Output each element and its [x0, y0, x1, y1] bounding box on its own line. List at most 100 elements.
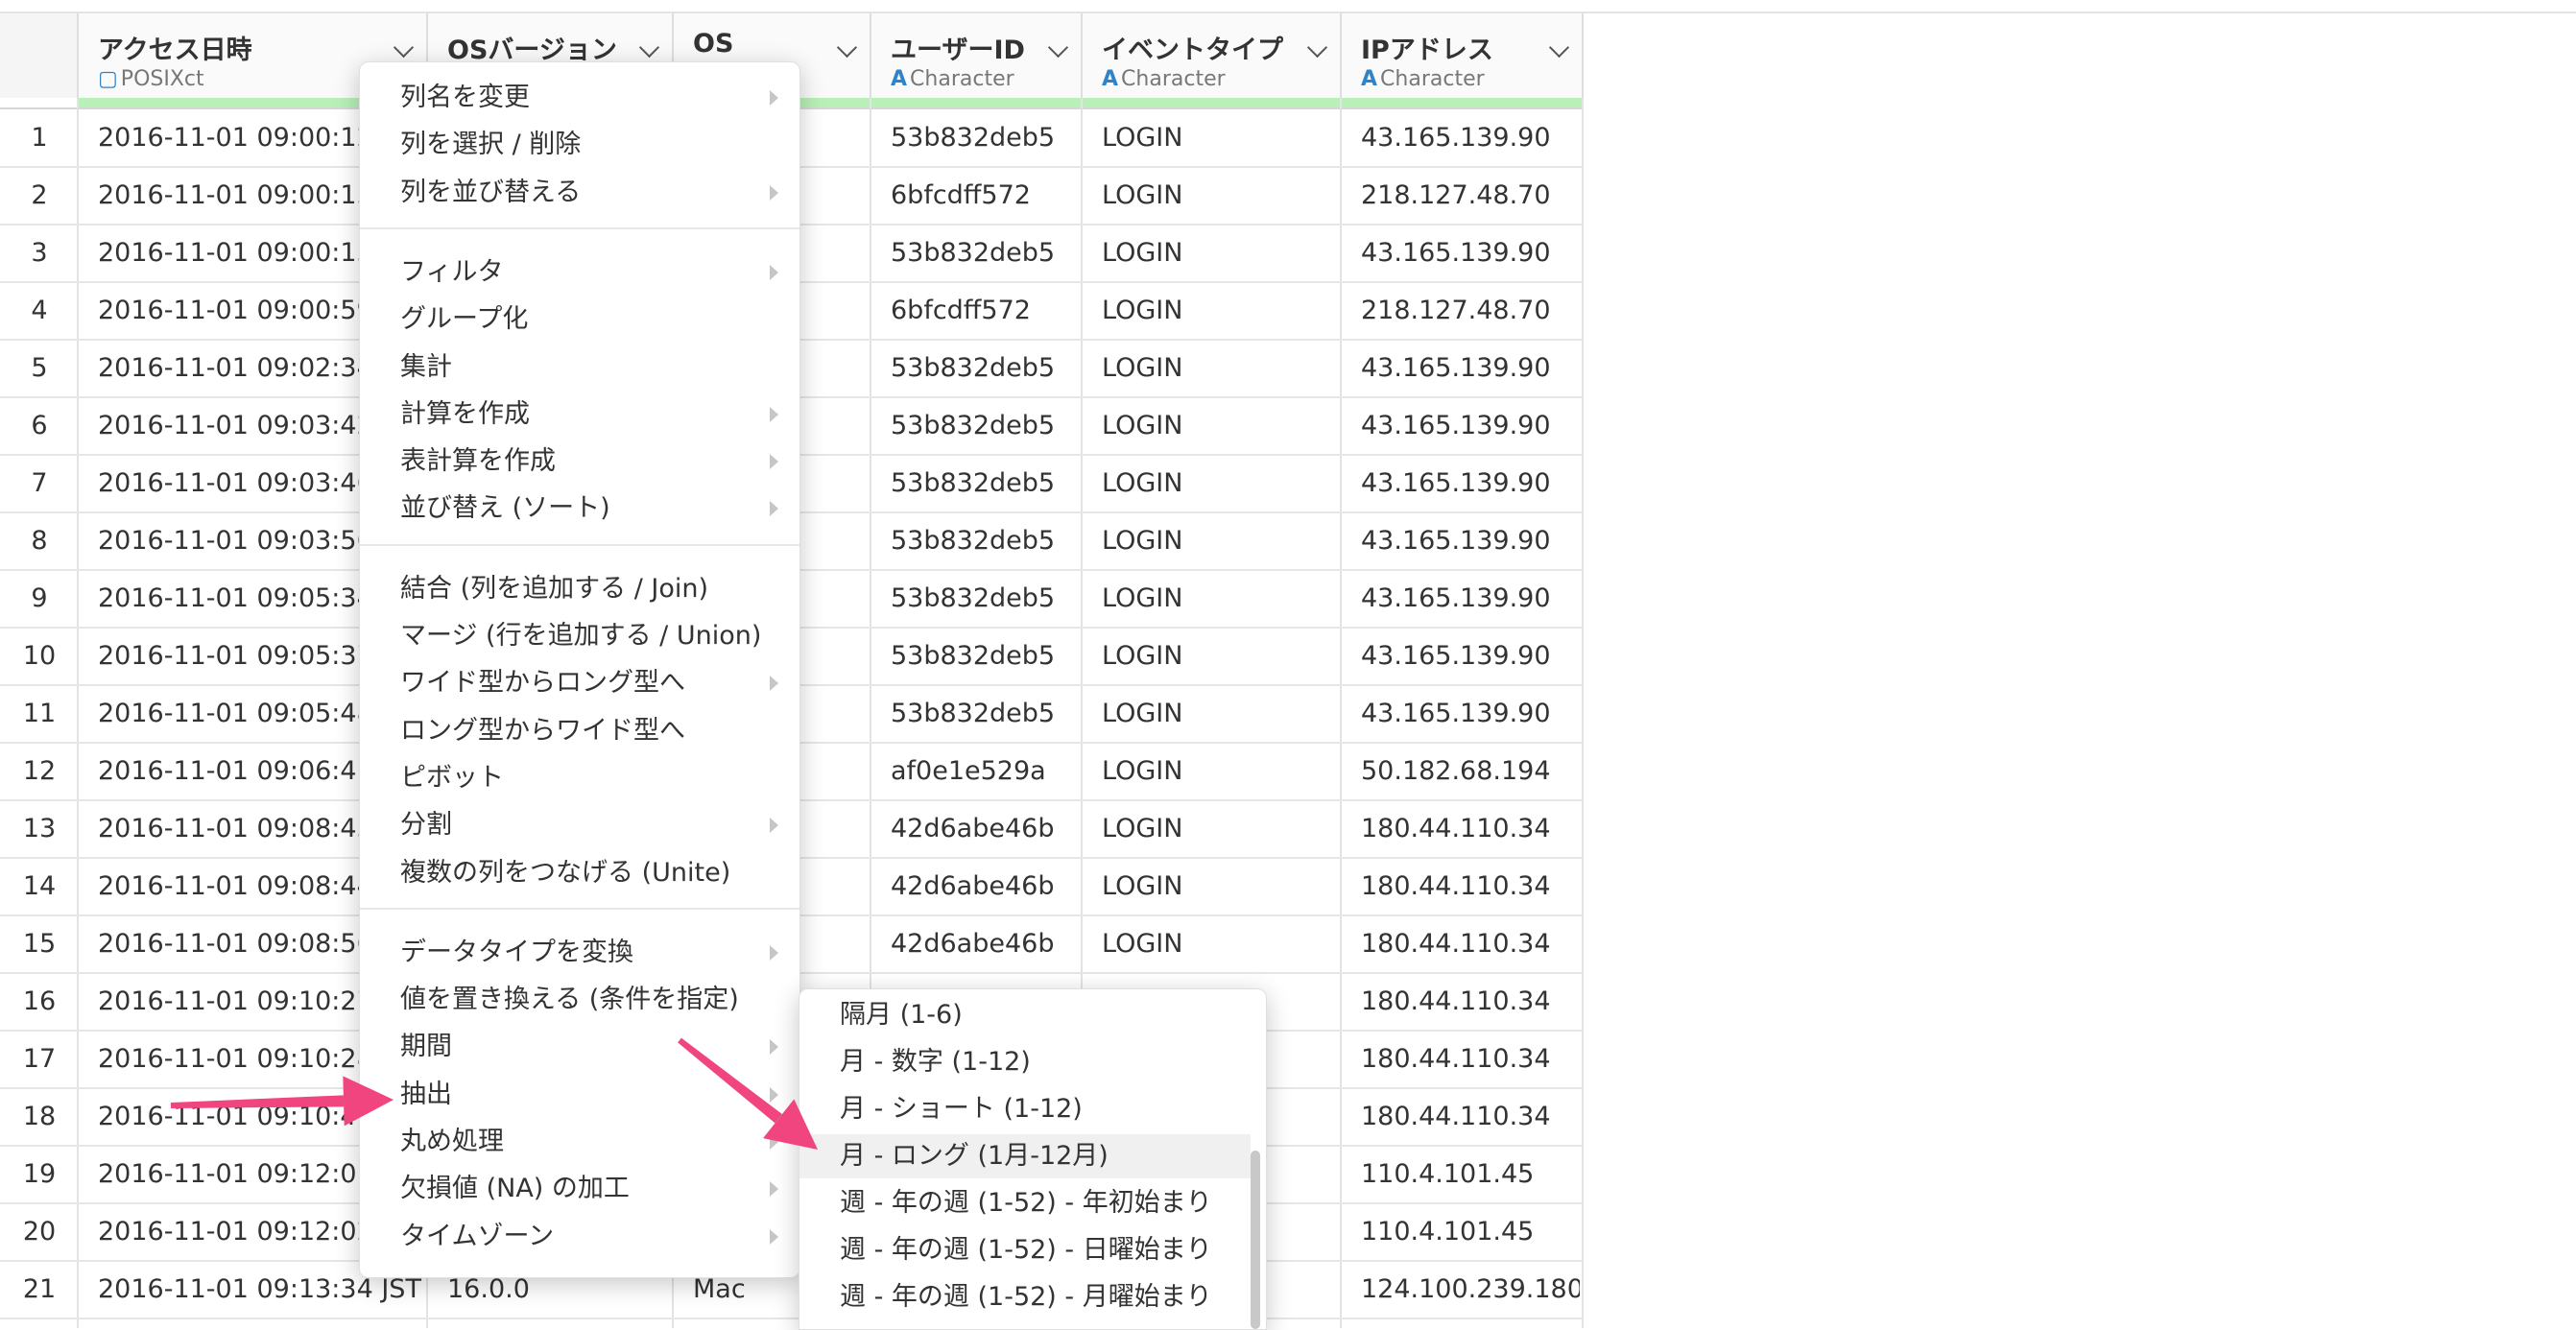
submenu-item[interactable]: 月 - ショート (1-12) [799, 1087, 1251, 1131]
submenu-item[interactable]: 週 - 年の週 (1-52) - 日曜始まり [799, 1228, 1251, 1272]
submenu-item[interactable]: 週 - 年の週 (1-52) - 年初始まり [799, 1181, 1251, 1225]
table-cell[interactable]: 43.165.139.90 [1361, 397, 1580, 455]
table-cell[interactable]: 53b832deb5 [891, 397, 1079, 455]
column-type-label: Character [910, 67, 1014, 91]
column-header-4[interactable]: ユーザーID A Character [871, 13, 1083, 98]
table-cell[interactable]: 43.165.139.90 [1361, 570, 1580, 628]
table-cell[interactable]: LOGIN [1102, 915, 1338, 973]
table-cell[interactable]: LOGIN [1102, 167, 1338, 225]
chevron-down-icon[interactable] [393, 36, 415, 59]
submenu-item[interactable]: 隔月 (1-6) [799, 993, 1251, 1037]
table-cell[interactable]: 110.4.101.45 [1361, 1203, 1580, 1261]
menu-item[interactable]: ロング型からワイド型へ [400, 709, 765, 753]
menu-item[interactable]: タイムゾーン [400, 1215, 765, 1259]
table-cell[interactable]: 180.44.110.34 [1361, 800, 1580, 858]
menu-item[interactable]: データタイプを変換 [400, 931, 765, 975]
table-cell[interactable]: LOGIN [1102, 800, 1338, 858]
submenu-item[interactable]: 週 - 年の週 (1-52) - 月曜始まり [799, 1275, 1251, 1319]
table-cell[interactable]: LOGIN [1102, 282, 1338, 340]
table-cell[interactable]: 43.165.139.90 [1361, 628, 1580, 685]
table-cell[interactable]: LOGIN [1102, 570, 1338, 628]
table-cell[interactable]: LOGIN [1102, 109, 1338, 167]
menu-item[interactable]: 値を置き換える (条件を指定) [400, 978, 765, 1022]
table-cell[interactable]: 180.44.110.34 [1361, 1088, 1580, 1146]
column-header-5[interactable]: イベントタイプ A Character [1083, 13, 1342, 98]
table-cell[interactable]: af0e1e529a [891, 743, 1079, 800]
table-cell[interactable]: LOGIN [1102, 685, 1338, 743]
table-cell[interactable]: 110.4.101.45 [1361, 1146, 1580, 1203]
menu-item[interactable]: ワイド型からロング型へ [400, 661, 765, 705]
menu-item[interactable]: グループ化 [400, 297, 765, 342]
table-cell[interactable]: 43.165.139.90 [1361, 109, 1580, 167]
table-cell[interactable]: 53b832deb5 [891, 225, 1079, 282]
table-cell[interactable]: LOGIN [1102, 340, 1338, 397]
table-cell[interactable]: 218.127.48.70 [1361, 282, 1580, 340]
chevron-down-icon[interactable] [836, 36, 858, 59]
menu-item[interactable]: 表計算を作成 [400, 439, 765, 484]
menu-item[interactable]: 集計 [400, 345, 765, 390]
menu-item[interactable]: 抽出 [400, 1073, 765, 1117]
chevron-down-icon[interactable] [638, 36, 660, 59]
table-cell[interactable]: 218.127.48.70 [1361, 167, 1580, 225]
column-type: A Character [1102, 67, 1226, 91]
menu-item-label: データタイプを変換 [400, 937, 633, 967]
table-cell[interactable]: 180.44.110.34 [1361, 915, 1580, 973]
row-number: 11 [22, 699, 57, 728]
menu-item[interactable]: マージ (行を追加する / Union) [400, 614, 765, 658]
chevron-down-icon[interactable] [1047, 36, 1069, 59]
chevron-down-icon[interactable] [1548, 36, 1570, 59]
table-cell[interactable]: 43.165.139.90 [1361, 685, 1580, 743]
table-cell[interactable]: 50.182.68.194 [1361, 743, 1580, 800]
table-cell[interactable]: LOGIN [1102, 397, 1338, 455]
menu-item[interactable]: 列を並び替える [400, 171, 765, 215]
table-cell[interactable]: 53b832deb5 [891, 628, 1079, 685]
table-cell[interactable]: 42d6abe46b [891, 858, 1079, 915]
menu-item[interactable]: 分割 [400, 803, 765, 847]
table-cell[interactable]: LOGIN [1102, 628, 1338, 685]
submenu-item[interactable]: 月 - 数字 (1-12) [799, 1040, 1251, 1084]
table-cell[interactable]: LOGIN [1102, 858, 1338, 915]
table-cell[interactable]: 43.165.139.90 [1361, 512, 1580, 570]
row-number: 9 [31, 583, 48, 613]
table-cell[interactable]: 180.44.110.34 [1361, 858, 1580, 915]
row-number: 3 [31, 238, 48, 268]
table-cell[interactable]: 53b832deb5 [891, 685, 1079, 743]
submenu-item-label: 月 - ロング (1月-12月) [840, 1141, 1109, 1171]
menu-separator [360, 226, 799, 229]
table-cell[interactable]: 180.44.110.34 [1361, 973, 1580, 1031]
chevron-down-icon[interactable] [1306, 36, 1328, 59]
table-cell[interactable]: 53b832deb5 [891, 109, 1079, 167]
table-cell[interactable]: 42d6abe46b [891, 915, 1079, 973]
column-header-6[interactable]: IPアドレス A Character [1342, 13, 1584, 98]
table-cell[interactable]: 180.44.110.34 [1361, 1031, 1580, 1088]
table-cell[interactable]: 124.100.239.180 [1361, 1261, 1580, 1318]
table-cell[interactable]: 43.165.139.90 [1361, 455, 1580, 512]
submenu-scrollbar[interactable] [1251, 1151, 1260, 1329]
menu-item[interactable]: 列名を変更 [400, 76, 765, 120]
menu-item[interactable]: 欠損値 (NA) の加工 [400, 1167, 765, 1211]
menu-item[interactable]: 計算を作成 [400, 392, 765, 437]
menu-item[interactable]: 結合 (列を追加する / Join) [400, 567, 765, 611]
menu-item[interactable]: フィルタ [400, 250, 765, 295]
menu-item[interactable]: 複数の列をつなげる (Unite) [400, 851, 765, 895]
menu-item-label: 結合 (列を追加する / Join) [400, 573, 709, 604]
menu-item[interactable]: 丸め処理 [400, 1120, 765, 1164]
table-cell[interactable]: 43.165.139.90 [1361, 340, 1580, 397]
table-cell[interactable]: 42d6abe46b [891, 800, 1079, 858]
table-cell[interactable]: 53b832deb5 [891, 512, 1079, 570]
table-cell[interactable]: 6bfcdff572 [891, 167, 1079, 225]
table-cell[interactable]: LOGIN [1102, 512, 1338, 570]
menu-item[interactable]: 期間 [400, 1025, 765, 1069]
table-cell[interactable]: 53b832deb5 [891, 570, 1079, 628]
menu-item[interactable]: 列を選択 / 削除 [400, 123, 765, 167]
table-cell[interactable]: 53b832deb5 [891, 455, 1079, 512]
submenu-item[interactable]: 月 - ロング (1月-12月) [799, 1134, 1251, 1178]
table-cell[interactable]: 6bfcdff572 [891, 282, 1079, 340]
table-cell[interactable]: 53b832deb5 [891, 340, 1079, 397]
menu-item[interactable]: ピボット [400, 756, 765, 800]
table-cell[interactable]: LOGIN [1102, 455, 1338, 512]
menu-item[interactable]: 並び替え (ソート) [400, 487, 765, 531]
table-cell[interactable]: LOGIN [1102, 225, 1338, 282]
table-cell[interactable]: LOGIN [1102, 743, 1338, 800]
table-cell[interactable]: 43.165.139.90 [1361, 225, 1580, 282]
